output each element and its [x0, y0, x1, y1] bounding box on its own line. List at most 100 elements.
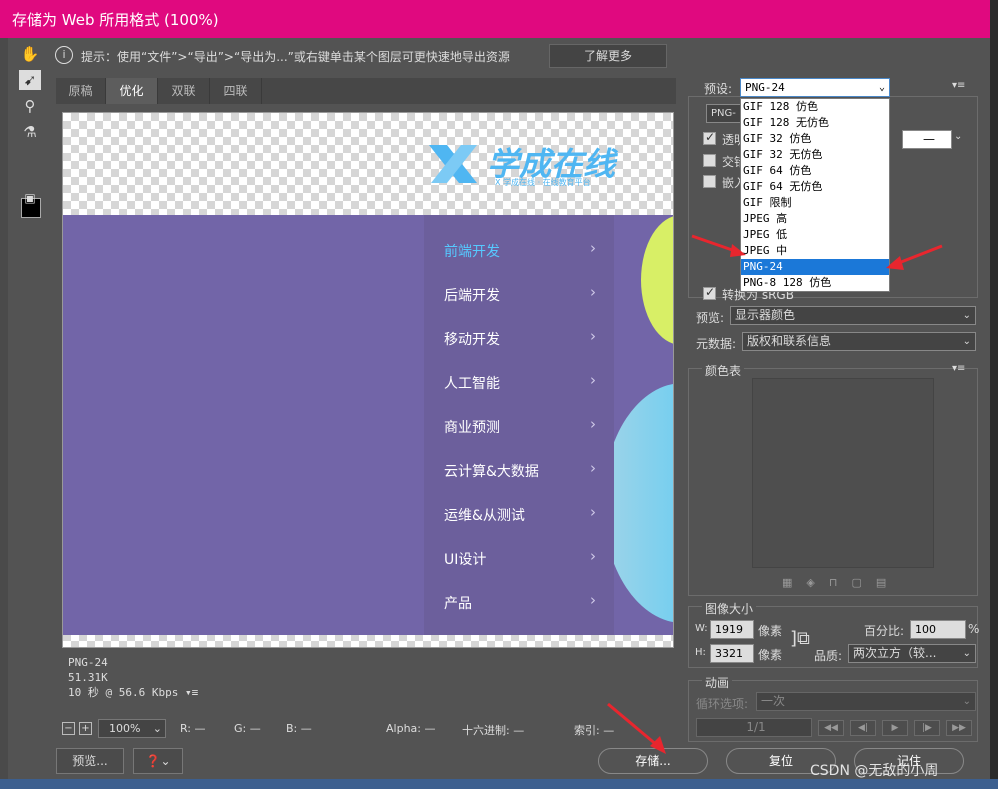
preview-button[interactable]: 预览...	[56, 748, 124, 774]
link-icon[interactable]: ]⧉	[790, 628, 810, 649]
prev-frame-icon[interactable]: ◀|	[850, 720, 876, 736]
menu-item: 商业预测 ›	[444, 415, 596, 436]
percent-input[interactable]: 100	[910, 620, 966, 639]
logo: 学成在线 X 学成在线 · 在线教育平台	[425, 139, 625, 189]
toggle-slices-icon[interactable]: ▣	[19, 188, 41, 208]
preset-option[interactable]: JPEG 低	[741, 227, 889, 243]
metadata-label: 元数据:	[696, 337, 737, 351]
window-title: 存储为 Web 所用格式 (100%)	[12, 11, 219, 29]
matte-chevron-icon[interactable]: ⌄	[954, 131, 962, 142]
preset-option[interactable]: GIF 32 仿色	[741, 131, 889, 147]
menu-item: 前端开发 ›	[444, 239, 596, 260]
learn-more-button[interactable]: 了解更多	[549, 44, 667, 68]
view-tabs: 原稿 优化 双联 四联	[56, 78, 676, 104]
menu-item: 后端开发 ›	[444, 283, 596, 304]
preset-select[interactable]: PNG-24 ⌄	[740, 78, 890, 97]
height-unit: 像素	[758, 648, 783, 662]
toolbox: ✋ ➹ ⚲ ⚗ ▣	[8, 38, 46, 718]
preview-mode-label: 预览:	[696, 311, 725, 325]
preset-dropdown[interactable]: GIF 128 仿色 GIF 128 无仿色 GIF 32 仿色 GIF 32 …	[740, 98, 890, 292]
web-snap-icon: ▦	[782, 576, 807, 589]
preset-option[interactable]: GIF 128 无仿色	[741, 115, 889, 131]
preset-option[interactable]: GIF 32 无仿色	[741, 147, 889, 163]
zoom-out-button[interactable]: −	[62, 722, 75, 735]
info-icon: i	[55, 46, 73, 64]
metadata-select[interactable]: 版权和联系信息 ⌄	[742, 332, 976, 351]
embed-checkbox[interactable]	[703, 175, 716, 188]
preset-option[interactable]: JPEG 中	[741, 243, 889, 259]
window-titlebar: 存储为 Web 所用格式 (100%)	[0, 0, 990, 38]
menu-item: 移动开发 ›	[444, 327, 596, 348]
status-g: G: —	[234, 722, 261, 735]
percent-label: 百分比:	[864, 624, 905, 638]
annotation-arrow-left	[691, 234, 746, 257]
logo-subtext: X 学成在线 · 在线教育平台	[495, 178, 591, 187]
trash-icon: ▤	[875, 576, 901, 589]
color-table-menu-icon[interactable]: ▾≡	[952, 363, 965, 374]
status-hex: 十六进制: —	[462, 724, 525, 737]
transparency-checkbox[interactable]	[703, 130, 716, 145]
chevron-down-icon: ⌄	[962, 648, 971, 659]
cube-icon: ◈	[806, 576, 829, 589]
menu-item: 产品 ›	[444, 591, 596, 612]
preset-label: 预设:	[704, 82, 733, 96]
preset-option[interactable]: JPEG 高	[741, 211, 889, 227]
width-label: W:	[695, 623, 708, 634]
eyedropper-tool-icon[interactable]: ⚗	[19, 122, 41, 142]
banner: 前端开发 › 后端开发 › 移动开发 › 人工智能 › 商业预测 › 云计算&大数据 › 运…	[63, 215, 673, 635]
preset-option[interactable]: GIF 64 无仿色	[741, 179, 889, 195]
last-frame-icon[interactable]: ▶▶	[946, 720, 972, 736]
preset-option[interactable]: GIF 限制	[741, 195, 889, 211]
height-label: H:	[695, 647, 706, 658]
next-frame-icon[interactable]: |▶	[914, 720, 940, 736]
hand-tool-icon[interactable]: ✋	[19, 44, 41, 64]
play-icon[interactable]: ▶	[882, 720, 908, 736]
interlaced-checkbox[interactable]	[703, 154, 716, 167]
chevron-down-icon: ⌄	[962, 336, 971, 347]
percent-unit: %	[968, 622, 980, 636]
panel-menu-icon[interactable]: ▾≡	[952, 80, 965, 91]
info-speed: 10 秒 @ 56.6 Kbps ▾≡	[68, 686, 199, 699]
browser-select[interactable]: ❓⌄	[133, 748, 183, 774]
loop-select[interactable]: 一次 ⌄	[756, 692, 976, 711]
preset-option[interactable]: GIF 128 仿色	[741, 99, 889, 115]
zoom-tool-icon[interactable]: ⚲	[19, 96, 41, 116]
zoom-select[interactable]: 100% ⌄	[98, 719, 166, 738]
width-input[interactable]: 1919	[710, 620, 754, 639]
height-input[interactable]: 3321	[710, 644, 754, 663]
preset-option[interactable]: GIF 64 仿色	[741, 163, 889, 179]
width-unit: 像素	[758, 624, 783, 638]
yellow-circle	[641, 215, 673, 345]
status-r: R: —	[180, 722, 206, 735]
image-preview[interactable]: 学成在线 X 学成在线 · 在线教育平台 前端开发 › 后端开发 › 移动开发 › 人…	[62, 112, 674, 648]
tab-original[interactable]: 原稿	[56, 78, 106, 104]
annotation-arrow-save	[607, 702, 666, 754]
status-alpha: Alpha: —	[386, 722, 436, 735]
browser-icon: ❓⌄	[145, 754, 171, 768]
lock-icon: ⊓	[828, 576, 852, 589]
info-size: 51.31K	[68, 671, 108, 684]
tab-2up[interactable]: 双联	[158, 78, 210, 104]
preview-mode-select[interactable]: 显示器颜色 ⌄	[730, 306, 976, 325]
color-table-tools[interactable]: ▦◈⊓▢▤	[782, 576, 900, 589]
first-frame-icon[interactable]: ◀◀	[818, 720, 844, 736]
matte-color-field[interactable]: —	[902, 130, 952, 149]
color-table-area	[752, 378, 934, 568]
quality-select[interactable]: 两次立方（较... ⌄	[848, 644, 976, 663]
preset-option-selected[interactable]: PNG-24	[741, 259, 889, 275]
tip-bar: i 提示：使用“文件”>“导出”>“导出为...”或右键单击某个图层可更快速地导…	[55, 43, 675, 69]
convert-srgb-checkbox[interactable]	[703, 285, 716, 300]
watermark: CSDN @无敌的小周	[810, 763, 939, 779]
menu-item: 云计算&大数据 ›	[444, 459, 596, 480]
slice-select-tool-icon[interactable]: ➹	[19, 70, 41, 90]
animation-title: 动画	[702, 674, 733, 691]
preset-option[interactable]: PNG-8 128 仿色	[741, 275, 889, 291]
info-menu-icon[interactable]: ▾≡	[185, 686, 198, 699]
zoom-in-button[interactable]: +	[79, 722, 92, 735]
tab-optimized[interactable]: 优化	[106, 78, 158, 104]
chevron-down-icon: ⌄	[962, 310, 971, 321]
tab-4up[interactable]: 四联	[210, 78, 262, 104]
chevron-down-icon: ⌄	[962, 696, 971, 707]
loop-label: 循环选项:	[696, 697, 749, 711]
menu-item: UI设计 ›	[444, 547, 596, 568]
